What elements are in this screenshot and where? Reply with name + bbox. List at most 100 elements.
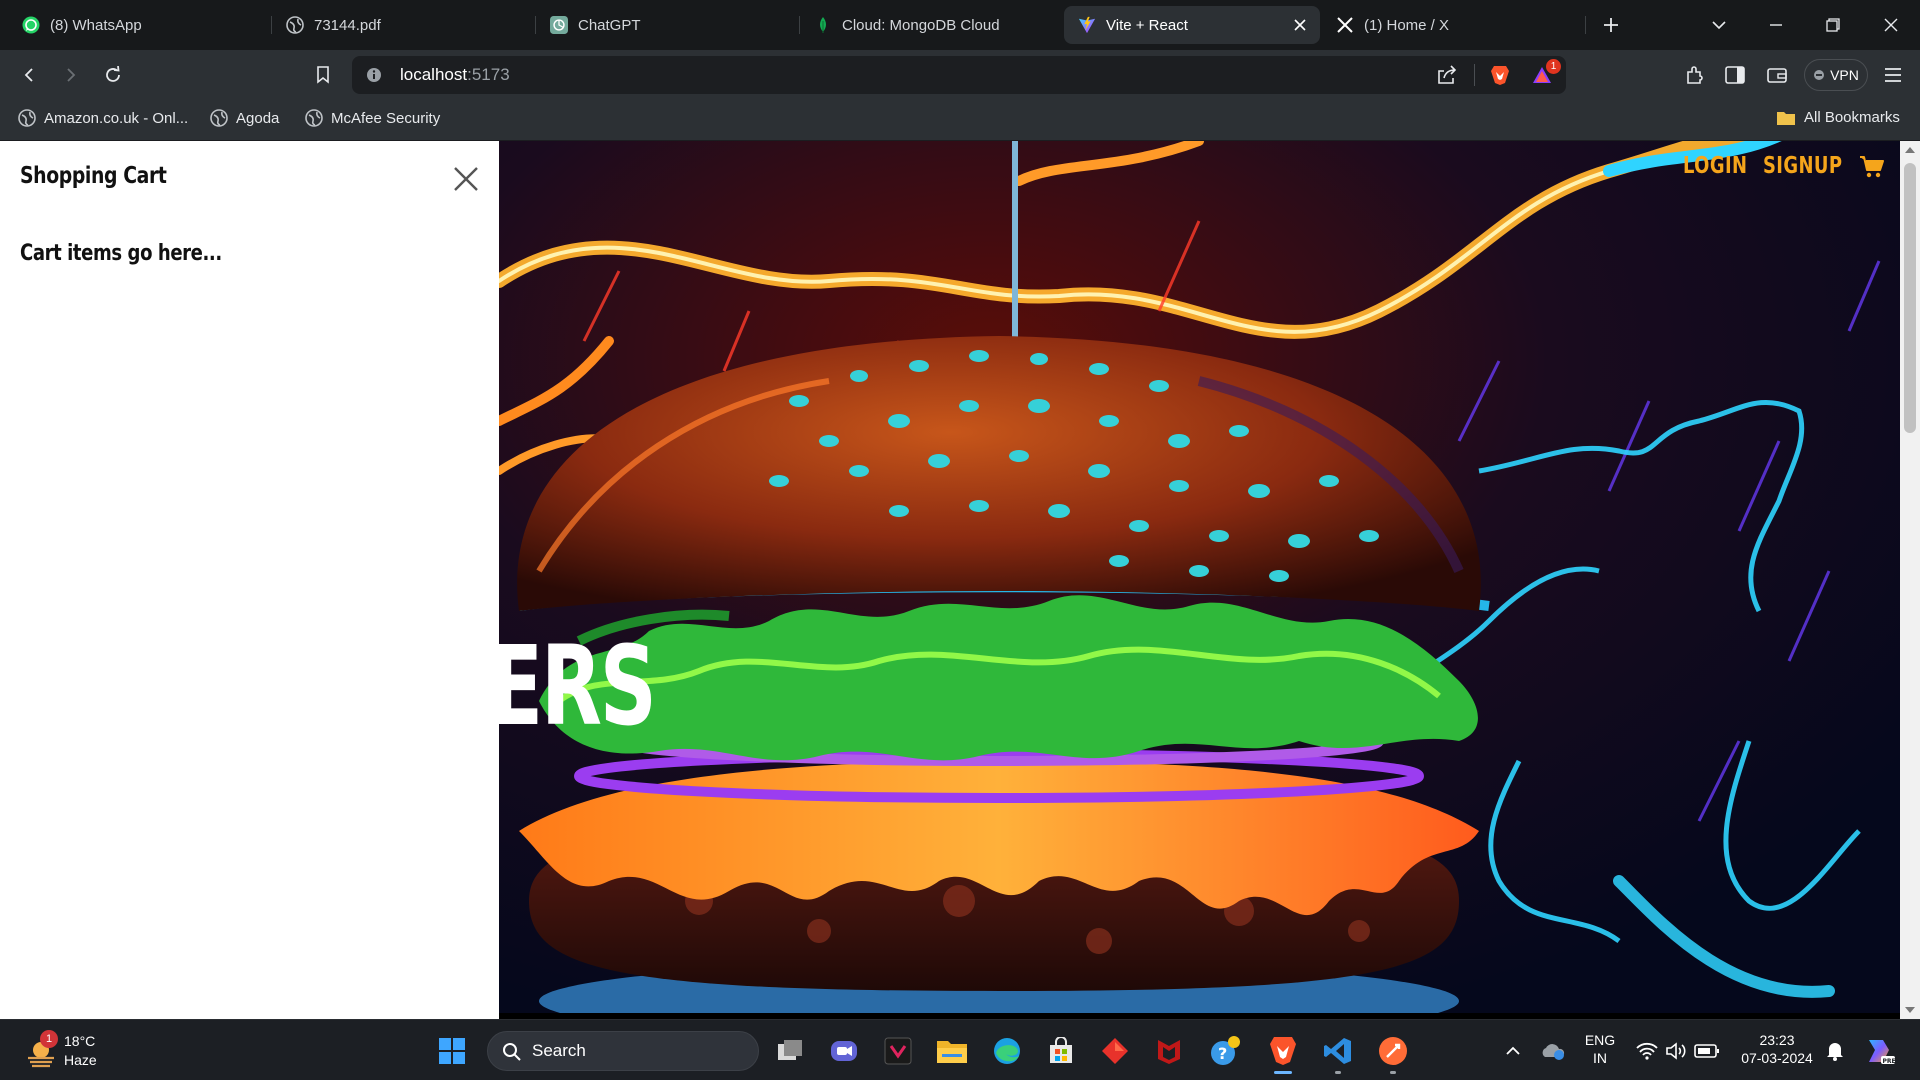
tab-strip: (8) WhatsApp 73144.pdf ChatGPT Cloud: Mo… — [0, 0, 1920, 50]
cart-placeholder-text: Cart items go here... — [20, 241, 222, 266]
vpn-button[interactable]: VPN — [1804, 59, 1868, 91]
taskbar-search-box[interactable]: Search — [487, 1031, 759, 1071]
red-diamond-app-icon[interactable] — [1098, 1034, 1132, 1068]
get-help-icon[interactable]: ? — [1208, 1034, 1242, 1068]
rewards-badge: 1 — [1546, 59, 1561, 74]
battery-icon[interactable] — [1690, 1034, 1724, 1068]
bookmark-label: Amazon.co.uk - Onl... — [44, 109, 189, 127]
vpn-label: VPN — [1830, 67, 1859, 83]
scroll-up-arrow-icon[interactable] — [1905, 147, 1915, 153]
login-link[interactable]: LOGIN — [1683, 153, 1747, 179]
wifi-icon[interactable] — [1630, 1034, 1664, 1068]
tab-whatsapp[interactable]: (8) WhatsApp — [8, 6, 270, 44]
volume-icon[interactable] — [1660, 1034, 1694, 1068]
svg-text:PRE: PRE — [1883, 1058, 1896, 1065]
wallet-icon[interactable] — [1762, 60, 1792, 90]
bookmarks-bar: Amazon.co.uk - Onl... Agoda McAfee Secur… — [0, 100, 1920, 141]
microsoft-store-icon[interactable] — [1044, 1034, 1078, 1068]
back-icon[interactable] — [14, 60, 44, 90]
reload-icon[interactable] — [98, 60, 128, 90]
search-icon — [503, 1043, 521, 1061]
bookmark-icon[interactable] — [308, 60, 338, 90]
forward-icon[interactable] — [56, 60, 86, 90]
close-window-icon[interactable] — [1876, 10, 1906, 40]
globe-icon — [286, 16, 304, 34]
minimize-window-icon[interactable] — [1761, 10, 1791, 40]
scroll-down-arrow-icon[interactable] — [1905, 1007, 1915, 1013]
menu-hamburger-icon[interactable] — [1878, 60, 1908, 90]
task-view-icon[interactable] — [773, 1034, 807, 1068]
weather-temperature: 18°C — [64, 1033, 96, 1049]
postman-icon[interactable] — [1376, 1034, 1410, 1074]
mcafee-icon[interactable] — [1152, 1034, 1186, 1068]
clock[interactable]: 23:23 07-03-2024 — [1732, 1031, 1822, 1067]
running-app-indicator — [1335, 1071, 1341, 1074]
input-language-indicator[interactable]: ENG IN — [1580, 1031, 1620, 1067]
notifications-bell-icon[interactable] — [1818, 1034, 1852, 1068]
url-text: localhost:5173 — [400, 65, 510, 85]
clock-time: 23:23 — [1759, 1032, 1795, 1048]
signup-link[interactable]: SIGNUP — [1763, 153, 1842, 179]
teams-chat-icon[interactable] — [827, 1034, 861, 1068]
active-app-indicator — [1274, 1071, 1292, 1074]
neon-burger-illustration — [499, 141, 1900, 1013]
globe-icon — [210, 109, 228, 127]
app-pink-v-icon[interactable] — [881, 1034, 915, 1068]
whatsapp-icon — [22, 16, 40, 34]
weather-condition: Haze — [64, 1052, 97, 1068]
search-label: Search — [532, 1041, 586, 1060]
scrollbar-thumb[interactable] — [1904, 163, 1916, 433]
weather-widget[interactable]: 1 18°C Haze — [20, 1030, 150, 1072]
vpn-status-icon — [1814, 70, 1825, 80]
edge-browser-icon[interactable] — [990, 1034, 1024, 1068]
tab-divider — [1585, 16, 1586, 34]
tray-chevron-up-icon[interactable] — [1496, 1034, 1530, 1068]
mongodb-leaf-icon — [814, 16, 832, 34]
all-bookmarks-label: All Bookmarks — [1804, 109, 1900, 126]
hero-section: ERS LOGIN SIGNUP — [499, 141, 1900, 1013]
globe-icon — [18, 109, 36, 127]
browser-toolbar: localhost:5173 1 VPN — [0, 50, 1920, 100]
extensions-puzzle-icon[interactable] — [1680, 60, 1710, 90]
url-port: :5173 — [467, 65, 510, 84]
language-code: ENG — [1584, 1032, 1616, 1048]
windows-taskbar: 1 18°C Haze Search ? ENG IN 23:23 07-03-… — [0, 1019, 1920, 1080]
copilot-icon[interactable]: PRE — [1862, 1034, 1896, 1068]
globe-icon — [305, 109, 323, 127]
omnibox-divider — [1474, 64, 1475, 86]
page-viewport: ERS LOGIN SIGNUP Shopping Cart Cart item… — [0, 141, 1920, 1019]
onedrive-icon[interactable] — [1536, 1034, 1570, 1068]
brave-shields-icon[interactable] — [1490, 64, 1510, 91]
restore-window-icon[interactable] — [1818, 10, 1848, 40]
address-bar[interactable]: localhost:5173 1 — [352, 56, 1566, 94]
bookmark-mcafee[interactable]: McAfee Security — [305, 109, 440, 127]
windows-start-icon[interactable] — [435, 1034, 469, 1068]
new-tab-button[interactable] — [1596, 10, 1626, 40]
page-scrollbar[interactable] — [1900, 141, 1920, 1019]
tab-x-home[interactable]: (1) Home / X — [1322, 6, 1584, 44]
all-bookmarks-button[interactable]: All Bookmarks — [1776, 109, 1900, 126]
running-app-indicator — [1390, 1071, 1396, 1074]
weather-badge: 1 — [40, 1030, 58, 1048]
clock-date: 07-03-2024 — [1741, 1050, 1813, 1066]
file-explorer-icon[interactable] — [935, 1034, 969, 1068]
hero-heading: ERS — [499, 622, 657, 750]
tab-search-chevron-down-icon[interactable] — [1704, 10, 1734, 40]
tab-pdf[interactable]: 73144.pdf — [272, 6, 534, 44]
site-info-icon[interactable] — [366, 67, 382, 88]
tab-vite-react[interactable]: Vite + React — [1064, 6, 1320, 44]
tab-mongodb[interactable]: Cloud: MongoDB Cloud — [800, 6, 1062, 44]
close-tab-icon[interactable] — [1290, 15, 1310, 35]
bookmark-amazon[interactable]: Amazon.co.uk - Onl... — [18, 109, 188, 127]
sidebar-toggle-icon[interactable] — [1720, 60, 1750, 90]
share-icon[interactable] — [1436, 65, 1458, 90]
brave-browser-taskbar-icon[interactable] — [1266, 1034, 1300, 1074]
bookmark-label: Agoda — [236, 109, 280, 127]
tab-chatgpt[interactable]: ChatGPT — [536, 6, 798, 44]
chatgpt-icon — [550, 16, 568, 34]
close-cart-icon[interactable] — [450, 163, 482, 195]
url-host: localhost — [400, 65, 468, 84]
bookmark-label: McAfee Security — [331, 109, 441, 127]
bookmark-agoda[interactable]: Agoda — [210, 109, 279, 127]
vscode-icon[interactable] — [1321, 1034, 1355, 1074]
